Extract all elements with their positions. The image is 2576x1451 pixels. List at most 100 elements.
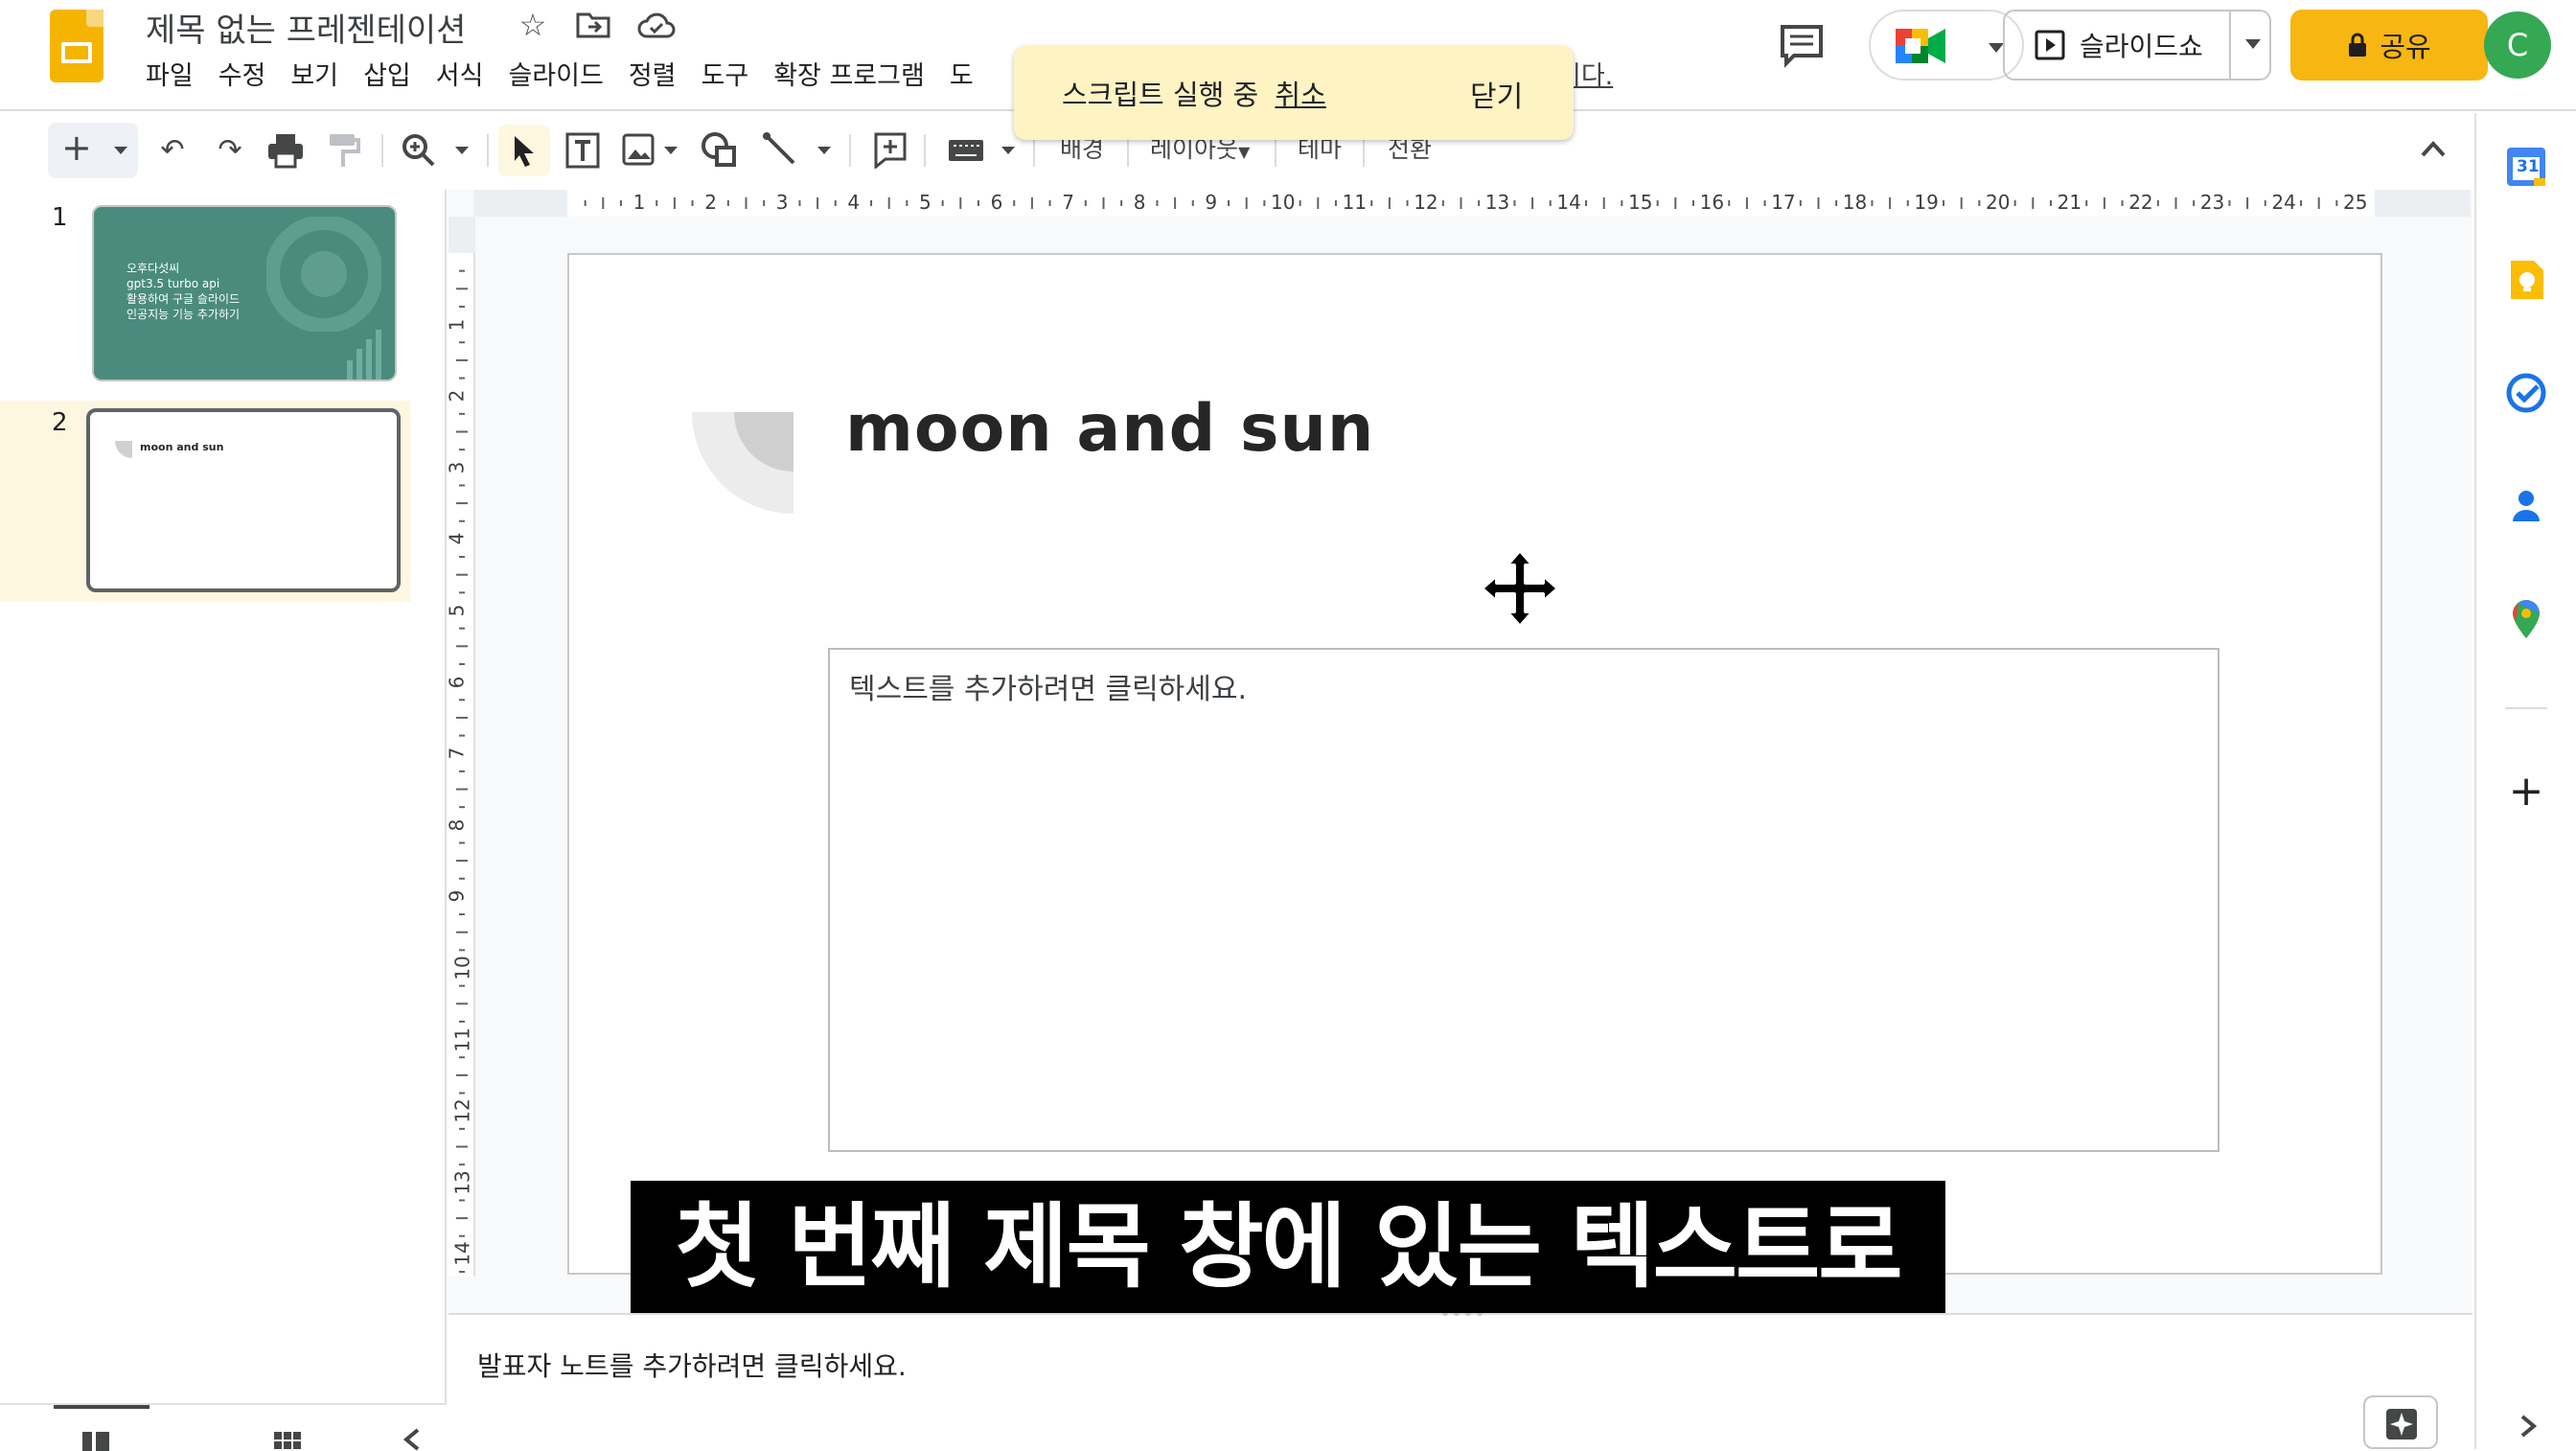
tasks-icon[interactable] — [2503, 370, 2549, 416]
toast-cancel-link[interactable]: 취소 — [1275, 79, 1325, 111]
ruler-label: 12 — [450, 1098, 474, 1123]
paint-format-icon[interactable] — [326, 132, 360, 169]
chevron-down-icon[interactable] — [816, 146, 832, 155]
explore-button[interactable] — [2363, 1395, 2438, 1449]
ruler-label: 5 — [919, 191, 932, 214]
ruler-label: 9 — [1205, 191, 1218, 214]
slides-logo-icon[interactable] — [50, 10, 104, 82]
contacts-icon[interactable] — [2503, 483, 2549, 529]
chevron-down-icon[interactable] — [1000, 146, 1016, 155]
ruler-label: 10 — [1271, 191, 1296, 214]
shape-icon[interactable] — [700, 130, 738, 169]
ruler-label: 25 — [2343, 191, 2368, 214]
undo-icon[interactable]: ↶ — [151, 128, 194, 173]
video-caption: 첫 번째 제목 창에 있는 텍스트로 — [631, 1181, 1945, 1313]
chevron-down-icon[interactable] — [663, 146, 678, 155]
slideshow-dropdown-button[interactable] — [2229, 10, 2273, 81]
menu-tools[interactable]: 도구 — [700, 58, 763, 96]
horizontal-ruler[interactable]: 1 2 3 4 5 6 7 8 9 10 11 12 13 14 15 16 1… — [473, 190, 2471, 217]
sparkle-icon — [2386, 1409, 2417, 1439]
maps-icon[interactable] — [2503, 596, 2549, 642]
plus-icon: + — [61, 127, 92, 169]
ruler-label: 21 — [2057, 191, 2082, 214]
vertical-ruler[interactable]: 1 2 3 4 5 6 7 8 9 10 11 12 13 14 — [445, 217, 475, 1277]
star-icon[interactable]: ☆ — [514, 6, 552, 44]
slide-title-text[interactable]: moon and sun — [845, 391, 1374, 467]
ruler-label: 12 — [1414, 191, 1438, 214]
menu-slide[interactable]: 슬라이드 — [506, 58, 616, 96]
meet-button[interactable] — [1869, 10, 2024, 81]
ruler-label: 17 — [1771, 191, 1796, 214]
keep-icon[interactable] — [2503, 257, 2549, 303]
menu-extensions[interactable]: 확장 프로그램 — [771, 58, 938, 96]
select-tool-button[interactable] — [498, 125, 550, 176]
move-to-folder-icon[interactable] — [575, 10, 611, 40]
ruler-label: 5 — [445, 604, 469, 617]
document-title[interactable]: 제목 없는 프레젠테이션 — [146, 4, 466, 51]
share-button[interactable]: 공유 — [2290, 10, 2488, 81]
ruler-label: 10 — [450, 956, 474, 980]
menu-arrange[interactable]: 정렬 — [627, 58, 690, 96]
menu-format[interactable]: 서식 — [434, 58, 497, 96]
move-cursor-icon — [1480, 548, 1560, 629]
ruler-label: 16 — [1699, 191, 1725, 214]
insert-image-icon[interactable] — [621, 132, 656, 167]
slide-number-1: 1 — [52, 203, 68, 232]
comment-history-icon[interactable] — [1775, 21, 1828, 69]
add-comment-icon[interactable] — [872, 130, 908, 169]
slide-number-2: 2 — [52, 408, 68, 437]
text-box-icon[interactable] — [564, 130, 602, 171]
slide-thumbnail-1[interactable]: 오후다섯씨 gpt3.5 turbo api 활용하여 구글 슬라이드 인공지능… — [92, 205, 397, 381]
ruler-label: 2 — [445, 389, 469, 403]
collapse-toolbar-chevron-up-icon[interactable] — [2421, 140, 2446, 157]
filmstrip-view-icon[interactable] — [80, 1430, 111, 1451]
slide-body-placeholder-box[interactable]: 텍스트를 추가하려면 클릭하세요. — [828, 648, 2220, 1152]
ruler-label: 19 — [1914, 191, 1939, 214]
ruler-label: 14 — [450, 1241, 474, 1267]
slideshow-label: 슬라이드쇼 — [2080, 31, 2203, 62]
calendar-day: 31 — [2517, 157, 2540, 176]
ruler-label: 11 — [1342, 191, 1368, 214]
ruler-label: 14 — [1556, 191, 1581, 214]
line-icon[interactable] — [761, 130, 799, 169]
grid-view-icon[interactable] — [272, 1430, 303, 1451]
ruler-label: 11 — [450, 1026, 474, 1052]
speaker-notes-panel[interactable]: 발표자 노트를 추가하려면 클릭하세요. — [448, 1313, 2472, 1449]
ruler-label: 6 — [990, 191, 1003, 214]
calendar-icon[interactable]: 31 — [2503, 144, 2549, 190]
lock-icon — [2349, 33, 2367, 57]
cloud-saved-icon[interactable] — [636, 10, 677, 40]
slide-thumbnail-2[interactable]: moon and sun — [86, 408, 401, 592]
meet-camera-icon — [1896, 29, 1945, 63]
thumb2-title: moon and sun — [140, 441, 224, 453]
filmstrip-footer — [0, 1403, 447, 1451]
ruler-label: 4 — [847, 191, 861, 214]
slide-body-placeholder-text: 텍스트를 추가하려면 클릭하세요. — [849, 673, 1248, 706]
menu-help[interactable]: 도 — [948, 58, 987, 96]
new-slide-button[interactable]: + — [48, 123, 138, 178]
ruler-label: 24 — [2271, 191, 2296, 214]
ruler-label: 3 — [445, 461, 469, 474]
show-side-panel-chevron-right-icon[interactable] — [2518, 1415, 2538, 1438]
thumb1-line: 오후다섯씨 — [126, 262, 180, 275]
thumb1-line: 인공지능 기능 추가하기 — [126, 308, 241, 321]
moon-shape-icon[interactable] — [692, 412, 795, 514]
get-addons-plus-icon[interactable]: + — [2505, 771, 2547, 815]
menu-file[interactable]: 파일 — [144, 58, 207, 96]
chevron-down-icon[interactable] — [454, 146, 470, 155]
account-avatar[interactable]: C — [2484, 12, 2551, 79]
zoom-icon[interactable] — [401, 132, 437, 169]
thumb1-line: gpt3.5 turbo api — [126, 277, 220, 290]
ruler-label: 23 — [2199, 191, 2225, 214]
print-icon[interactable] — [266, 132, 305, 169]
menu-insert[interactable]: 삽입 — [361, 58, 425, 96]
collapse-panel-chevron-left-icon[interactable] — [402, 1428, 422, 1451]
ruler-label: 1 — [632, 191, 646, 214]
redo-icon[interactable]: ↷ — [209, 128, 251, 173]
ruler-label: 8 — [1133, 191, 1146, 214]
input-tools-keyboard-icon[interactable] — [947, 138, 985, 163]
chevron-down-icon — [114, 147, 127, 154]
menu-view[interactable]: 보기 — [288, 58, 352, 96]
toast-close-button[interactable]: 닫기 — [1470, 73, 1523, 115]
menu-edit[interactable]: 수정 — [217, 58, 280, 96]
